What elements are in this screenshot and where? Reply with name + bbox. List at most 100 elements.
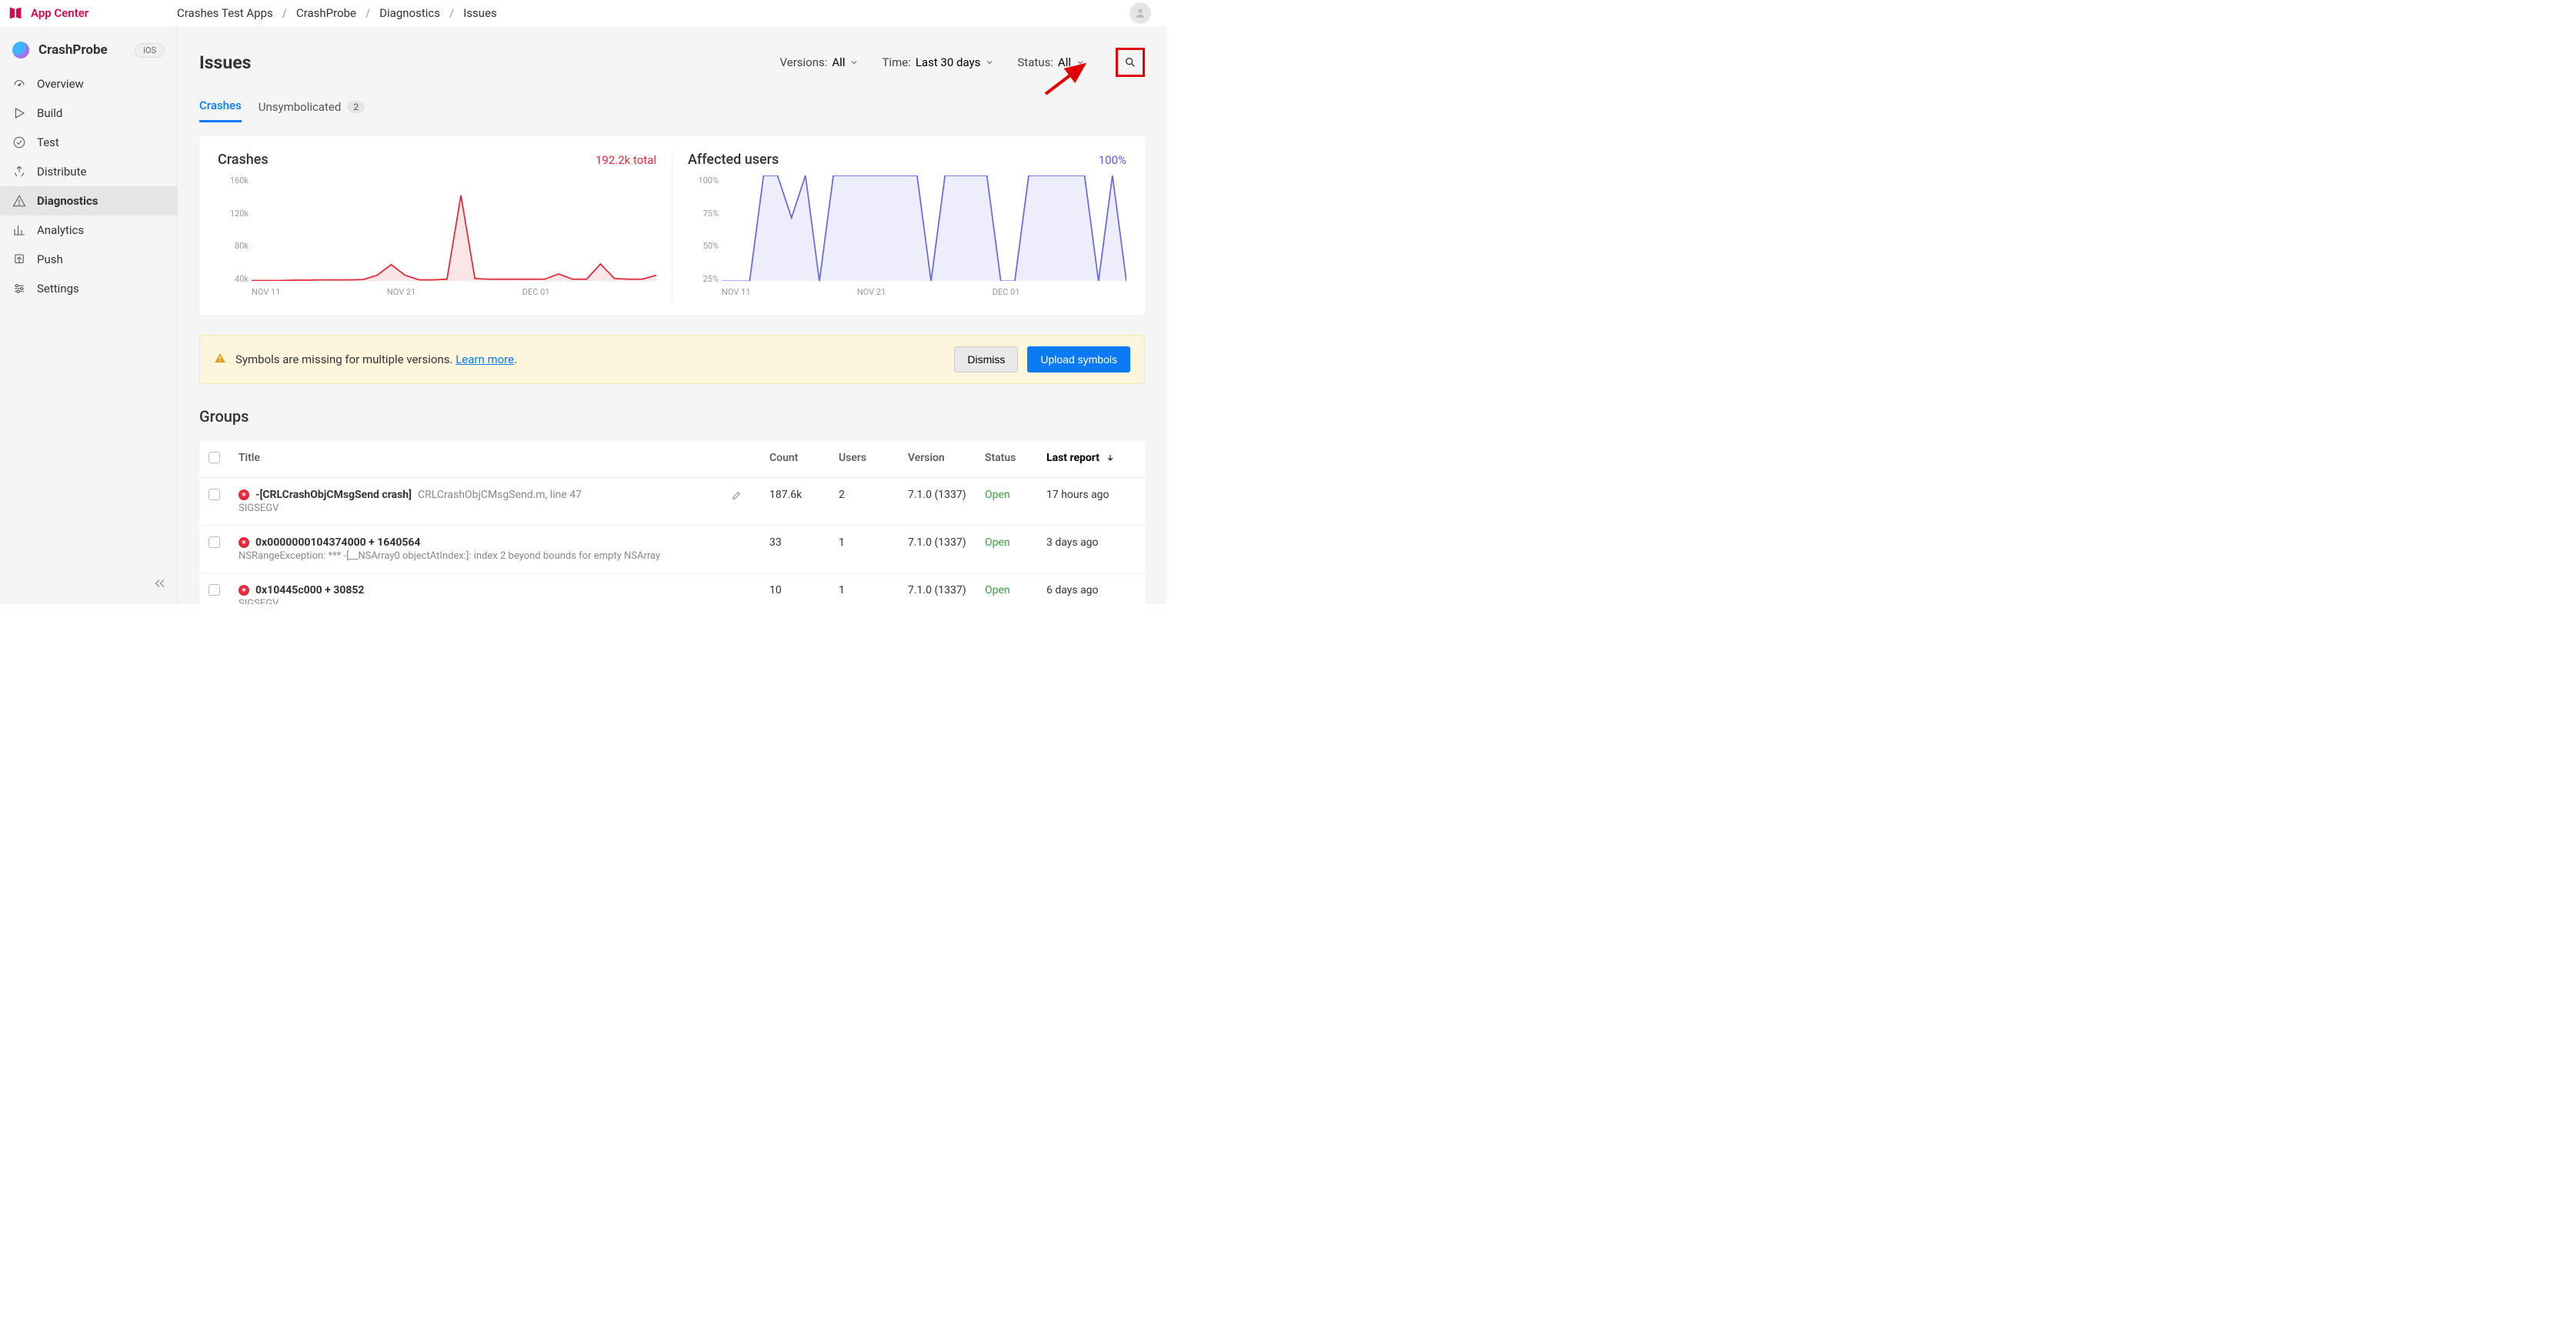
chart-plot [722, 175, 1126, 281]
tab-crashes[interactable]: Crashes [199, 99, 242, 122]
edit-icon[interactable] [731, 492, 743, 504]
breadcrumb: Crashes Test Apps/ CrashProbe/ Diagnosti… [177, 6, 497, 20]
group-lastreport: 3 days ago [1037, 526, 1145, 573]
group-title: 0x0000000104374000 + 1640564 [255, 536, 420, 549]
page-header: Issues Versions: All Time: Last 30 days … [199, 48, 1145, 77]
brand[interactable]: App Center [8, 5, 177, 22]
breadcrumb-item[interactable]: CrashProbe [296, 6, 356, 20]
groups-heading: Groups [199, 407, 1145, 426]
group-lastreport: 6 days ago [1037, 573, 1145, 605]
brand-label: App Center [31, 6, 88, 20]
chart-total: 192.2k total [596, 153, 656, 167]
group-version: 7.1.0 (1337) [899, 478, 976, 526]
check-circle-icon [12, 135, 26, 149]
sliders-icon [12, 282, 26, 296]
table-row[interactable]: ✶ 0x0000000104374000 + 1640564 NSRangeEx… [199, 526, 1145, 573]
chart-yticks: 100% 75% 50% 25% [688, 175, 719, 284]
group-status: Open [985, 584, 1010, 596]
group-subtype: NSRangeException: *** -[__NSArray0 objec… [239, 550, 712, 562]
chevron-down-icon [985, 58, 994, 67]
charts-panel: Crashes 192.2k total 160k 120k 80k 40k N… [199, 136, 1145, 315]
sidebar-item-push[interactable]: Push [0, 245, 177, 274]
os-badge: iOS [135, 43, 165, 58]
group-users: 1 [829, 526, 899, 573]
filter-time[interactable]: Time: Last 30 days [882, 55, 994, 69]
symbols-banner: Symbols are missing for multiple version… [199, 335, 1145, 384]
search-icon [1124, 56, 1136, 68]
chevron-down-icon [1076, 58, 1085, 67]
banner-link[interactable]: Learn more [455, 352, 514, 366]
sidebar-collapse[interactable] [152, 576, 166, 593]
search-button[interactable] [1116, 48, 1145, 77]
app-icon [12, 42, 29, 58]
sidebar-item-test[interactable]: Test [0, 128, 177, 157]
sidebar-item-diagnostics[interactable]: Diagnostics [0, 186, 177, 215]
sidebar-item-label: Settings [37, 282, 79, 296]
group-users: 2 [829, 478, 899, 526]
table-row[interactable]: ✶ -[CRLCrashObjCMsgSend crash] CRLCrashO… [199, 478, 1145, 526]
group-title: 0x10445c000 + 30852 [255, 584, 364, 596]
group-subtype: SIGSEGV [239, 503, 712, 514]
tab-badge: 2 [347, 101, 365, 113]
row-checkbox[interactable] [209, 489, 220, 500]
breadcrumb-item[interactable]: Issues [463, 6, 497, 20]
col-title[interactable]: Title [229, 441, 722, 478]
page-title: Issues [199, 52, 780, 73]
play-icon [12, 106, 26, 120]
row-checkbox[interactable] [209, 536, 220, 548]
tab-unsymbolicated[interactable]: Unsymbolicated 2 [259, 100, 365, 122]
tabs: Crashes Unsymbolicated 2 [199, 99, 1145, 122]
distribute-icon [12, 165, 26, 179]
user-icon [1134, 7, 1146, 19]
col-version[interactable]: Version [899, 441, 976, 478]
sidebar-item-settings[interactable]: Settings [0, 274, 177, 303]
breadcrumb-item[interactable]: Crashes Test Apps [177, 6, 273, 20]
upload-symbols-button[interactable]: Upload symbols [1027, 346, 1130, 373]
group-title: -[CRLCrashObjCMsgSend crash] [255, 489, 412, 501]
crash-icon: ✶ [239, 489, 249, 500]
sidebar-item-label: Push [37, 252, 63, 266]
sidebar-item-distribute[interactable]: Distribute [0, 157, 177, 186]
chart-total: 100% [1099, 153, 1126, 167]
breadcrumb-item[interactable]: Diagnostics [379, 6, 440, 20]
sidebar-item-label: Build [37, 106, 62, 120]
group-status: Open [985, 489, 1010, 501]
row-checkbox[interactable] [209, 584, 220, 596]
gauge-icon [12, 77, 26, 91]
topbar: App Center Crashes Test Apps/ CrashProbe… [0, 0, 1166, 26]
sidebar-item-analytics[interactable]: Analytics [0, 215, 177, 245]
app-name: CrashProbe [38, 42, 135, 58]
main: Issues Versions: All Time: Last 30 days … [178, 26, 1166, 604]
chart-crashes: Crashes 192.2k total 160k 120k 80k 40k N… [215, 152, 672, 302]
table-header-row: Title Count Users Version Status Last re… [199, 441, 1145, 478]
chart-users: Affected users 100% 100% 75% 50% 25% NOV… [672, 152, 1130, 302]
col-last-report[interactable]: Last report [1037, 441, 1145, 478]
banner-text: Symbols are missing for multiple version… [235, 352, 945, 366]
sidebar-item-build[interactable]: Build [0, 99, 177, 128]
table-row[interactable]: ✶ 0x10445c000 + 30852 SIGSEGV 10 1 7.1.0… [199, 573, 1145, 605]
chevrons-left-icon [152, 576, 166, 590]
col-status[interactable]: Status [976, 441, 1037, 478]
dismiss-button[interactable]: Dismiss [954, 346, 1018, 373]
filter-versions[interactable]: Versions: All [780, 55, 859, 69]
group-detail: CRLCrashObjCMsgSend.m, line 47 [418, 489, 582, 501]
group-count: 187.6k [760, 478, 829, 526]
sidebar-item-overview[interactable]: Overview [0, 69, 177, 99]
sidebar: CrashProbe iOS Overview Build Test Distr… [0, 26, 178, 604]
filters: Versions: All Time: Last 30 days Status:… [780, 48, 1145, 77]
chart-xticks: NOV 11 NOV 21 DEC 01 [252, 287, 656, 302]
col-count[interactable]: Count [760, 441, 829, 478]
push-icon [12, 252, 26, 266]
warning-icon [12, 194, 26, 208]
chart-title: Crashes [218, 152, 596, 168]
appcenter-logo-icon [8, 5, 25, 22]
filter-status[interactable]: Status: All [1017, 55, 1085, 69]
avatar[interactable] [1130, 2, 1151, 24]
chart-plot [252, 175, 656, 281]
crash-icon: ✶ [239, 585, 249, 596]
group-version: 7.1.0 (1337) [899, 573, 976, 605]
col-users[interactable]: Users [829, 441, 899, 478]
select-all-checkbox[interactable] [209, 452, 220, 463]
chart-xticks: NOV 11 NOV 21 DEC 01 [722, 287, 1126, 302]
bars-icon [12, 223, 26, 237]
